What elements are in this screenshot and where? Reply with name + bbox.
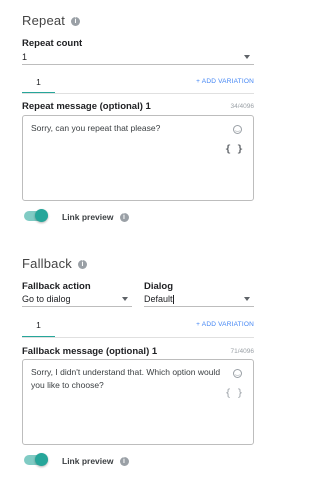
fallback-add-variation-button[interactable]: + ADD VARIATION bbox=[196, 321, 254, 328]
braces-icon[interactable]: { } bbox=[225, 144, 243, 155]
repeat-message-text: Sorry, can you repeat that please? bbox=[31, 123, 161, 133]
chevron-down-icon bbox=[244, 297, 250, 301]
repeat-count-select[interactable]: 1 bbox=[22, 51, 254, 65]
fallback-tab-divider bbox=[22, 337, 254, 338]
info-icon[interactable]: i bbox=[78, 260, 88, 270]
fallback-link-preview-toggle[interactable] bbox=[22, 453, 50, 467]
braces-icon[interactable]: { } bbox=[225, 388, 243, 399]
toggle-knob bbox=[35, 453, 48, 466]
repeat-section-title: Repeat i bbox=[22, 13, 81, 28]
info-icon[interactable]: i bbox=[119, 457, 129, 467]
fallback-action-select[interactable]: Go to dialog bbox=[22, 293, 132, 307]
fallback-action-value: Go to dialog bbox=[22, 294, 71, 304]
fallback-action-label: Fallback action bbox=[22, 281, 91, 292]
fallback-message-label: Fallback message (optional) 1 bbox=[22, 346, 158, 357]
fallback-link-preview-label: Link preview i bbox=[62, 456, 129, 467]
fallback-message-textarea[interactable]: Sorry, I didn't understand that. Which o… bbox=[22, 359, 254, 445]
repeat-char-count: 34/4096 bbox=[230, 103, 255, 110]
repeat-message-textarea[interactable]: Sorry, can you repeat that please? ‿ { } bbox=[22, 115, 254, 201]
dialog-value: Default bbox=[144, 294, 173, 304]
fallback-char-count: 71/4096 bbox=[230, 348, 255, 355]
toggle-knob bbox=[35, 209, 48, 222]
fallback-section-title: Fallback i bbox=[22, 256, 88, 271]
repeat-variation-tab[interactable]: 1 bbox=[22, 77, 55, 87]
dialog-label: Dialog bbox=[144, 281, 174, 292]
repeat-add-variation-button[interactable]: + ADD VARIATION bbox=[196, 78, 254, 85]
repeat-count-value: 1 bbox=[22, 52, 28, 62]
repeat-link-preview-label: Link preview i bbox=[62, 212, 129, 223]
emoji-icon[interactable]: ‿ bbox=[233, 369, 242, 378]
info-icon[interactable]: i bbox=[71, 17, 81, 27]
fallback-variation-tab[interactable]: 1 bbox=[22, 320, 55, 330]
repeat-tab-divider bbox=[22, 93, 254, 94]
repeat-link-preview-toggle[interactable] bbox=[22, 209, 50, 223]
chevron-down-icon bbox=[122, 297, 128, 301]
repeat-count-label: Repeat count bbox=[22, 38, 83, 49]
text-cursor bbox=[172, 295, 174, 305]
info-icon[interactable]: i bbox=[119, 213, 129, 223]
fallback-message-text: Sorry, I didn't understand that. Which o… bbox=[31, 367, 221, 390]
chevron-down-icon bbox=[244, 55, 250, 59]
dialog-select[interactable]: Default bbox=[144, 293, 254, 307]
emoji-icon[interactable]: ‿ bbox=[233, 125, 242, 134]
repeat-message-label: Repeat message (optional) 1 bbox=[22, 101, 151, 112]
